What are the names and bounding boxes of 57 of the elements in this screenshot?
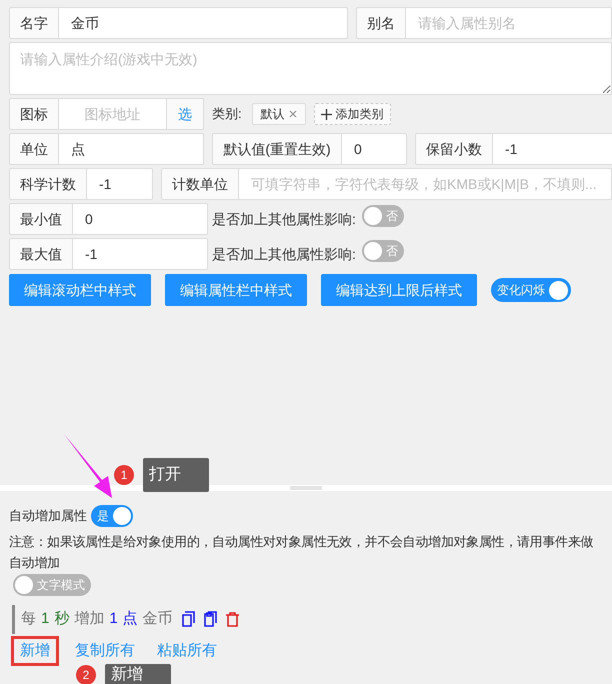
toggle-switch[interactable]: 是	[91, 505, 133, 527]
rule-text: 点	[122, 609, 138, 629]
auto-increase-label: 自动增加属性	[9, 507, 87, 526]
note-text: 注意：如果该属性是给对象使用的，自动属性对对象属性无效，并不会自动增加对象属性，请用事件来做自动增加	[9, 533, 594, 572]
rule-text: 增加	[74, 609, 104, 629]
field-label: 最大值	[9, 238, 73, 270]
pick-button[interactable]: 选	[166, 98, 204, 130]
input-field[interactable]: 点	[59, 133, 204, 165]
close-icon[interactable]	[288, 110, 297, 118]
field-label: 名字	[9, 7, 59, 39]
field-label: 保留小数	[415, 133, 493, 165]
add-category-button[interactable]: 添加类别	[314, 103, 391, 125]
toggle-switch[interactable]: 否	[362, 240, 404, 262]
field-label: 单位	[9, 133, 59, 165]
input-field[interactable]: 0	[342, 133, 407, 165]
input-field[interactable]: -1	[73, 238, 208, 270]
field-label: 最小值	[9, 203, 73, 235]
field-label: 别名	[356, 7, 406, 39]
influence-label: 是否加上其他属性影响:	[212, 244, 356, 264]
input-field[interactable]: 0	[73, 203, 208, 235]
action-link[interactable]: 新增	[20, 642, 50, 658]
field-label: 计数单位	[161, 168, 239, 200]
rule-text: 1	[41, 609, 50, 629]
influence-label: 是否加上其他属性影响:	[212, 210, 356, 228]
action-link[interactable]: 复制所有	[75, 642, 135, 658]
rule-text: 金币	[142, 609, 173, 629]
resize-handle[interactable]	[290, 486, 322, 490]
copy-icon[interactable]	[182, 611, 195, 628]
field-label: 科学计数	[9, 168, 87, 200]
field-label: 默认值(重置生效)	[212, 133, 342, 165]
input-field[interactable]: 图标地址	[59, 98, 166, 130]
description-field[interactable]: 请输入属性介绍(游戏中无效)	[9, 42, 612, 95]
text-mode-toggle[interactable]: 文字模式	[13, 574, 91, 596]
plus-icon	[320, 108, 332, 120]
flash-toggle[interactable]: 变化闪烁	[491, 278, 571, 302]
rule-text: 每	[21, 609, 36, 629]
input-field[interactable]: -1	[87, 168, 153, 200]
input-field[interactable]: 可填字符串，字符代表每级，如KMB或K|M|B，不填则...	[239, 168, 612, 200]
rule-text: 1	[109, 609, 118, 629]
field-label: 图标	[9, 98, 59, 130]
trash-icon[interactable]	[226, 612, 239, 627]
callout-label: 打开	[143, 458, 209, 492]
step-badge: 2	[76, 665, 96, 684]
edit-style-button[interactable]: 编辑属性栏中样式	[165, 274, 307, 306]
paste-icon[interactable]	[204, 611, 217, 628]
action-link[interactable]: 粘贴所有	[157, 642, 217, 658]
edit-style-button[interactable]: 编辑达到上限后样式	[321, 274, 477, 306]
callout-label: 新增	[105, 664, 171, 684]
category-tag[interactable]: 默认	[252, 103, 306, 125]
input-field[interactable]: 金币	[59, 7, 348, 39]
input-field[interactable]: -1	[493, 133, 612, 165]
category-label: 类别:	[212, 105, 242, 124]
rule-text: 秒	[54, 609, 70, 629]
edit-style-button[interactable]: 编辑滚动栏中样式	[9, 274, 151, 306]
step-badge: 1	[114, 465, 134, 485]
toggle-switch[interactable]: 否	[362, 205, 404, 227]
input-field[interactable]: 请输入属性别名	[406, 7, 612, 39]
